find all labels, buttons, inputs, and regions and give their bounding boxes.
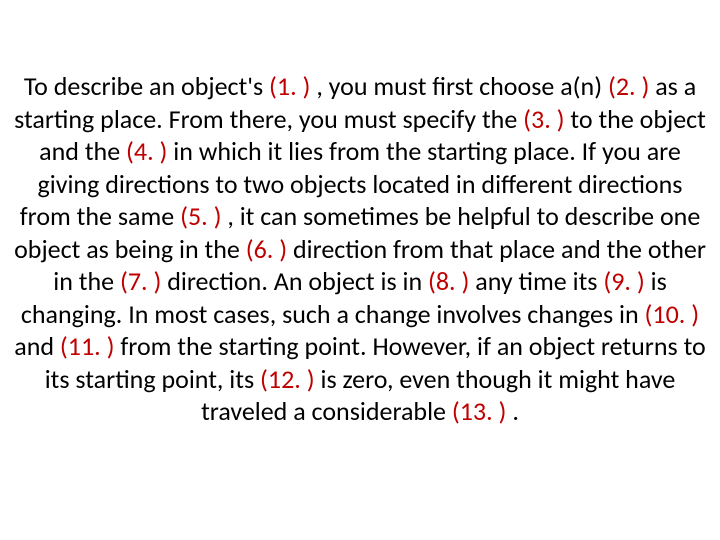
text-run: To describe an object's	[24, 70, 269, 102]
blank-5: (5. )	[180, 200, 221, 232]
blank-2: (2. )	[608, 70, 649, 102]
blank-8: (8. )	[428, 265, 469, 297]
text-run: direction. An object is in	[161, 265, 428, 297]
text-run: .	[506, 395, 518, 427]
text-run: , you must first choose a(n)	[310, 70, 608, 102]
blank-10: (10. )	[645, 298, 700, 330]
body-paragraph: To describe an object's (1. ) , you must…	[12, 70, 708, 428]
blank-4: (4. )	[126, 135, 167, 167]
text-run: and	[14, 330, 60, 362]
blank-7: (7. )	[120, 265, 161, 297]
slide-container: To describe an object's (1. ) , you must…	[0, 0, 720, 540]
blank-11: (11. )	[60, 330, 115, 362]
blank-6: (6. )	[246, 233, 287, 265]
text-run: any time its	[469, 265, 603, 297]
blank-13: (13. )	[452, 395, 507, 427]
blank-12: (12. )	[260, 363, 315, 395]
blank-9: (9. )	[603, 265, 644, 297]
blank-3: (3. )	[523, 103, 564, 135]
blank-1: (1. )	[269, 70, 310, 102]
